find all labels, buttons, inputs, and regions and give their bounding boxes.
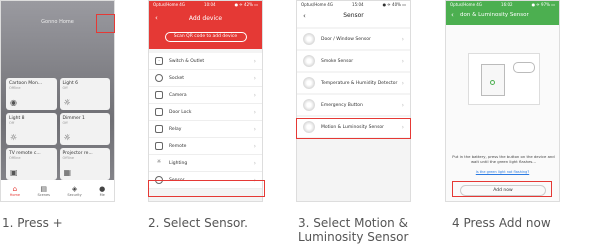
tv-icon: ▣ <box>10 168 18 177</box>
add-button-highlight[interactable] <box>96 14 115 33</box>
add-sensor-header: Optus/Home 4G 16:02 ● ✈ 97% ▭ ‹ don & Lumi… <box>446 1 559 25</box>
step-caption: 3. Select Motion & Luminosity Sensor <box>298 216 409 244</box>
chevron-right-icon: › <box>401 79 404 87</box>
device-status: Offline <box>62 156 74 160</box>
sensor-device-icon <box>303 77 315 89</box>
status-bar: Optus/Home 4G 10:04 ● ✈ 42% ▭ <box>153 2 258 7</box>
status-bar: Optus/Home 4G 15:04 ● ✈ 40% ▭ <box>301 2 406 7</box>
camera-icon: ◉ <box>10 98 17 107</box>
device-card[interactable]: Dimmer 1 Off ☼ <box>59 113 110 145</box>
bulb-icon: ☼ <box>10 133 18 142</box>
category-relay[interactable]: Relay › <box>149 121 262 138</box>
category-lighting[interactable]: ☼ Lighting › <box>149 155 262 172</box>
add-sensor-screen: Optus/Home 4G 16:02 ● ✈ 97% ▭ ‹ don & Lumi… <box>445 0 560 202</box>
nav-me[interactable]: ● Me <box>99 185 105 197</box>
chevron-right-icon: › <box>253 159 256 167</box>
add-device-header: Optus/Home 4G 10:04 ● ✈ 42% ▭ ‹ Add device… <box>149 1 262 49</box>
instruction-text: Put in the battery, press the button on … <box>452 154 555 164</box>
chevron-right-icon: › <box>253 74 256 82</box>
sensor-device-icon <box>303 33 315 45</box>
bottom-nav: ⌂ Home ▤ Scenes ◈ Security ● Me <box>1 180 114 201</box>
bulb-icon: ☼ <box>63 98 71 107</box>
sensor-smoke[interactable]: Smoke Sensor › <box>297 51 410 71</box>
category-socket[interactable]: Socket › <box>149 70 262 87</box>
nav-home[interactable]: ⌂ Home <box>10 185 20 197</box>
back-arrow-icon[interactable]: ‹ <box>451 11 454 19</box>
sensor-list-screen: Optus/Home 4G 15:04 ● ✈ 40% ▭ ‹ Sensor Doo… <box>296 0 411 202</box>
sensor-header: Optus/Home 4G 15:04 ● ✈ 40% ▭ ‹ Sensor <box>297 1 410 27</box>
device-card[interactable]: Cartoon Mon... Offline ◉ <box>6 78 57 110</box>
device-illustration <box>468 53 540 105</box>
help-link[interactable]: Is the green light not flashing? <box>446 170 559 174</box>
chevron-right-icon: › <box>253 125 256 133</box>
step-caption: 2. Select Sensor. <box>148 216 248 230</box>
add-now-highlight[interactable] <box>452 181 552 197</box>
add-device-screen: Optus/Home 4G 10:04 ● ✈ 42% ▭ ‹ Add device… <box>148 0 263 202</box>
device-status: Off <box>62 86 68 90</box>
chevron-right-icon: › <box>401 101 404 109</box>
device-status: Off <box>62 121 68 125</box>
device-card[interactable]: TV remote c... Offline ▣ <box>6 148 57 180</box>
category-switch-outlet[interactable]: · Switch & Outlet › <box>149 53 262 70</box>
shield-icon: ◈ <box>71 184 78 193</box>
status-bar: Optus/Home 4G 16:02 ● ✈ 97% ▭ <box>450 2 555 7</box>
sensor-emergency-button[interactable]: Emergency Button › <box>297 95 410 115</box>
device-card[interactable]: Projector re... Offline ▦ <box>59 148 110 180</box>
category-door-lock[interactable]: Door Lock › <box>149 104 262 121</box>
sensor-device-icon <box>303 55 315 67</box>
device-status: Off <box>9 121 15 125</box>
step-caption: 1. Press + <box>2 216 63 230</box>
socket-icon <box>155 74 163 82</box>
user-icon: ● <box>99 184 106 193</box>
page-title: don & Luminosity Sensor <box>460 12 529 18</box>
led-icon <box>490 80 495 85</box>
bulb-icon: ☼ <box>63 133 71 142</box>
device-grid: Cartoon Mon... Offline ◉ Light 6 Off ☼ Light… <box>6 78 110 180</box>
bulb-icon: ☼ <box>156 159 162 165</box>
chevron-right-icon: › <box>253 57 256 65</box>
battery-icon <box>513 62 535 73</box>
device-card[interactable]: Light 8 Off ☼ <box>6 113 57 145</box>
chevron-right-icon: › <box>401 35 404 43</box>
remote-icon <box>155 142 163 150</box>
category-remote[interactable]: Remote › <box>149 138 262 155</box>
device-card[interactable]: Light 6 Off ☼ <box>59 78 110 110</box>
back-arrow-icon[interactable]: ‹ <box>155 14 158 22</box>
scenes-icon: ▤ <box>40 184 48 193</box>
sensor-device-icon <box>303 99 315 111</box>
remote-icon: ▦ <box>63 168 72 177</box>
nav-security[interactable]: ◈ Security <box>67 185 81 197</box>
device-status: Offline <box>9 156 21 160</box>
category-camera[interactable]: Camera › <box>149 87 262 104</box>
motion-sensor-highlight[interactable] <box>296 118 411 139</box>
scan-qr-button[interactable]: Scan QR code to add device <box>164 32 247 42</box>
back-arrow-icon[interactable]: ‹ <box>303 12 306 20</box>
switch-icon: · <box>155 57 163 65</box>
home-icon: ⌂ <box>12 184 18 193</box>
chevron-right-icon: › <box>253 91 256 99</box>
sensor-door-window[interactable]: Door / Window Sensor › <box>297 29 410 49</box>
lock-icon <box>155 108 163 116</box>
chevron-right-icon: › <box>401 57 404 65</box>
relay-icon <box>155 125 163 133</box>
chevron-right-icon: › <box>253 142 256 150</box>
sensor-highlight[interactable] <box>148 180 265 197</box>
page-title: Sensor <box>343 12 364 19</box>
page-title: Add device <box>188 15 223 22</box>
chevron-right-icon: › <box>253 108 256 116</box>
sensor-temperature-humidity[interactable]: Temperature & Humidity Detector › <box>297 73 410 93</box>
device-status: Offline <box>9 86 21 90</box>
nav-scenes[interactable]: ▤ Scenes <box>37 185 50 197</box>
step-caption: 4 Press Add now <box>452 216 551 230</box>
camera-icon <box>155 91 163 99</box>
